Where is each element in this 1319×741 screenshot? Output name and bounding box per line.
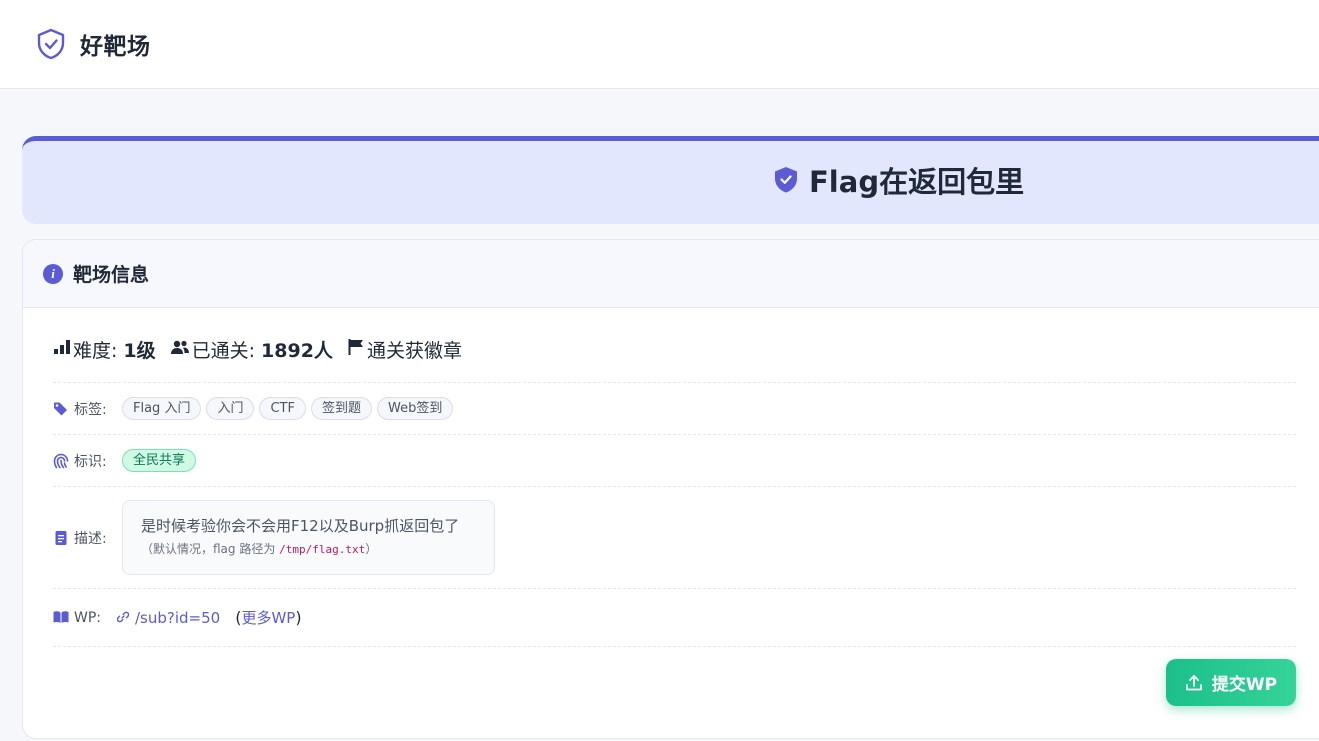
tag-item[interactable]: Web签到 [376, 397, 454, 420]
badge-text: 通关获徽章 [366, 339, 462, 362]
signal-bars-icon [53, 338, 71, 360]
wp-link[interactable]: /sub?id=50 [116, 608, 221, 627]
more-wp-link[interactable]: 更多WP [241, 609, 295, 627]
flag-icon [347, 338, 365, 361]
brand-logo-link[interactable]: 好靶场 [36, 27, 151, 61]
badge-stat: 通关获徽章 [347, 336, 462, 363]
difficulty-value: 1级 [123, 339, 156, 362]
flag-path: /tmp/flag.txt [279, 543, 366, 556]
difficulty-label: 难度: [73, 339, 118, 362]
stats-row: 难度: 1级 已通关: 1892人 通关获徽章 [53, 308, 1296, 383]
tags-icon [53, 401, 69, 417]
challenge-info-card: i 靶场信息 难度: 1级 已通关: 1892人 通关获徽章 标签: Flag … [22, 239, 1319, 739]
document-icon [53, 530, 69, 546]
share-badge: 全民共享 [122, 449, 197, 472]
tags-row: 标签: Flag 入门 入门 CTF 签到题 Web签到 [53, 383, 1296, 435]
brand-name: 好靶场 [80, 34, 151, 60]
tag-item[interactable]: 签到题 [310, 397, 372, 420]
users-icon [170, 338, 190, 360]
wp-link-text: /sub?id=50 [135, 608, 221, 627]
top-navbar: 好靶场 [0, 0, 1319, 89]
submit-wp-label: 提交WP [1211, 675, 1278, 695]
tag-item[interactable]: Flag 入门 [122, 397, 202, 420]
wp-row: WP: /sub?id=50 (更多WP) [53, 589, 1296, 647]
more-wp-close: ) [295, 608, 302, 627]
passed-stat: 已通关: 1892人 [170, 336, 333, 363]
description-note-prefix: （默认情况，flag 路径为 [141, 542, 280, 556]
tag-item[interactable]: 入门 [206, 397, 255, 420]
shield-check-icon [774, 166, 798, 194]
passed-label: 已通关: [191, 339, 256, 362]
description-note-suffix: ） [365, 542, 378, 556]
wp-label: WP: [74, 609, 102, 626]
book-open-icon [53, 610, 69, 626]
shield-check-icon [36, 28, 66, 60]
more-wp: (更多WP) [235, 607, 301, 628]
challenge-title: Flag在返回包里 [809, 165, 1025, 199]
card-title: 靶场信息 [73, 264, 150, 286]
mark-label: 标识: [74, 453, 107, 470]
challenge-title-banner: Flag在返回包里 [22, 136, 1319, 224]
link-icon [116, 609, 130, 627]
tag-item[interactable]: CTF [259, 397, 306, 420]
passed-value: 1892人 [261, 339, 333, 362]
description-label: 描述: [74, 530, 107, 547]
description-note: （默认情况，flag 路径为 /tmp/flag.txt） [141, 540, 476, 557]
difficulty-stat: 难度: 1级 [53, 336, 156, 363]
card-header: i 靶场信息 [23, 240, 1319, 308]
description-box: 是时候考验你会不会用F12以及Burp抓返回包了 （默认情况，flag 路径为 … [122, 500, 495, 575]
mark-row: 标识: 全民共享 [53, 435, 1296, 487]
tags-label: 标签: [74, 401, 107, 418]
description-row: 描述: 是时候考验你会不会用F12以及Burp抓返回包了 （默认情况，flag … [53, 487, 1296, 589]
info-icon: i [43, 263, 63, 284]
submit-wp-button[interactable]: 提交WP [1166, 659, 1296, 706]
upload-icon [1185, 674, 1203, 692]
fingerprint-icon [53, 453, 69, 469]
description-text: 是时候考验你会不会用F12以及Burp抓返回包了 [141, 517, 460, 535]
